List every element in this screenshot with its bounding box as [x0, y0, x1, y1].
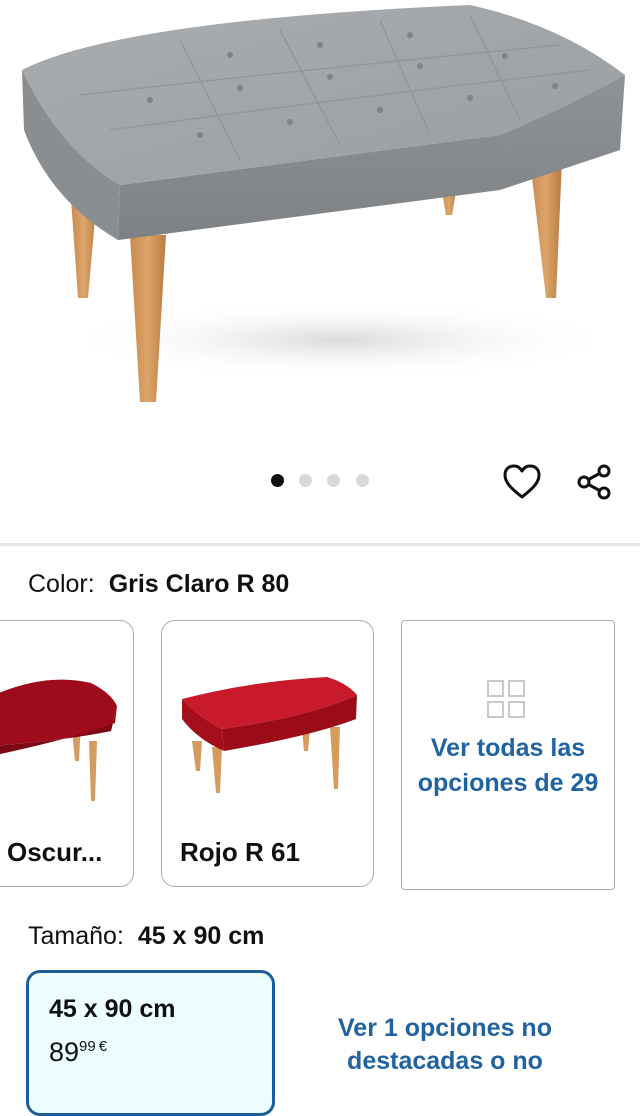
color-label-row: Color: Gris Claro R 80: [28, 570, 289, 599]
price-fraction: 99: [79, 1038, 96, 1055]
more-size-options-link[interactable]: Ver 1 opciones no destacadas o no: [300, 1012, 590, 1078]
product-image[interactable]: [0, 0, 640, 450]
carousel-dot-4[interactable]: [356, 474, 369, 487]
see-all-text: Ver todas las opciones de 29: [417, 734, 599, 797]
color-swatch-rojo[interactable]: Rojo R 61: [161, 620, 374, 887]
bench-illustration: [22, 5, 625, 402]
size-option-price: 8999 €: [49, 1037, 107, 1068]
share-icon: [577, 464, 611, 500]
heart-icon: [503, 464, 541, 499]
price-currency: €: [98, 1038, 108, 1055]
color-label: Color:: [28, 570, 95, 598]
section-divider: [0, 543, 640, 546]
size-selected-value: 45 x 90 cm: [137, 922, 265, 950]
share-button[interactable]: [570, 458, 618, 506]
carousel-dot-1[interactable]: [271, 474, 284, 487]
price-whole: 89: [49, 1037, 80, 1067]
size-option-selected[interactable]: 45 x 90 cm 8999 €: [26, 970, 275, 1116]
see-all-colors-button[interactable]: Ver todas las opciones de 29: [401, 620, 615, 890]
size-label: Tamaño:: [28, 922, 124, 950]
color-selected-value: Gris Claro R 80: [108, 570, 290, 598]
size-option-title: 45 x 90 cm: [49, 995, 176, 1023]
swatch-name: Rojo R 61: [180, 837, 300, 867]
swatch-image: [0, 679, 117, 801]
carousel-dot-2[interactable]: [299, 474, 312, 487]
grid-icon: [487, 680, 525, 718]
carousel-dot-3[interactable]: [327, 474, 340, 487]
swatch-image: [182, 677, 357, 793]
color-swatch-oscuro[interactable]: Oscur...: [0, 620, 134, 887]
swatch-name: Oscur...: [7, 837, 103, 867]
size-label-row: Tamaño: 45 x 90 cm: [28, 922, 264, 951]
wishlist-button[interactable]: [498, 458, 546, 506]
